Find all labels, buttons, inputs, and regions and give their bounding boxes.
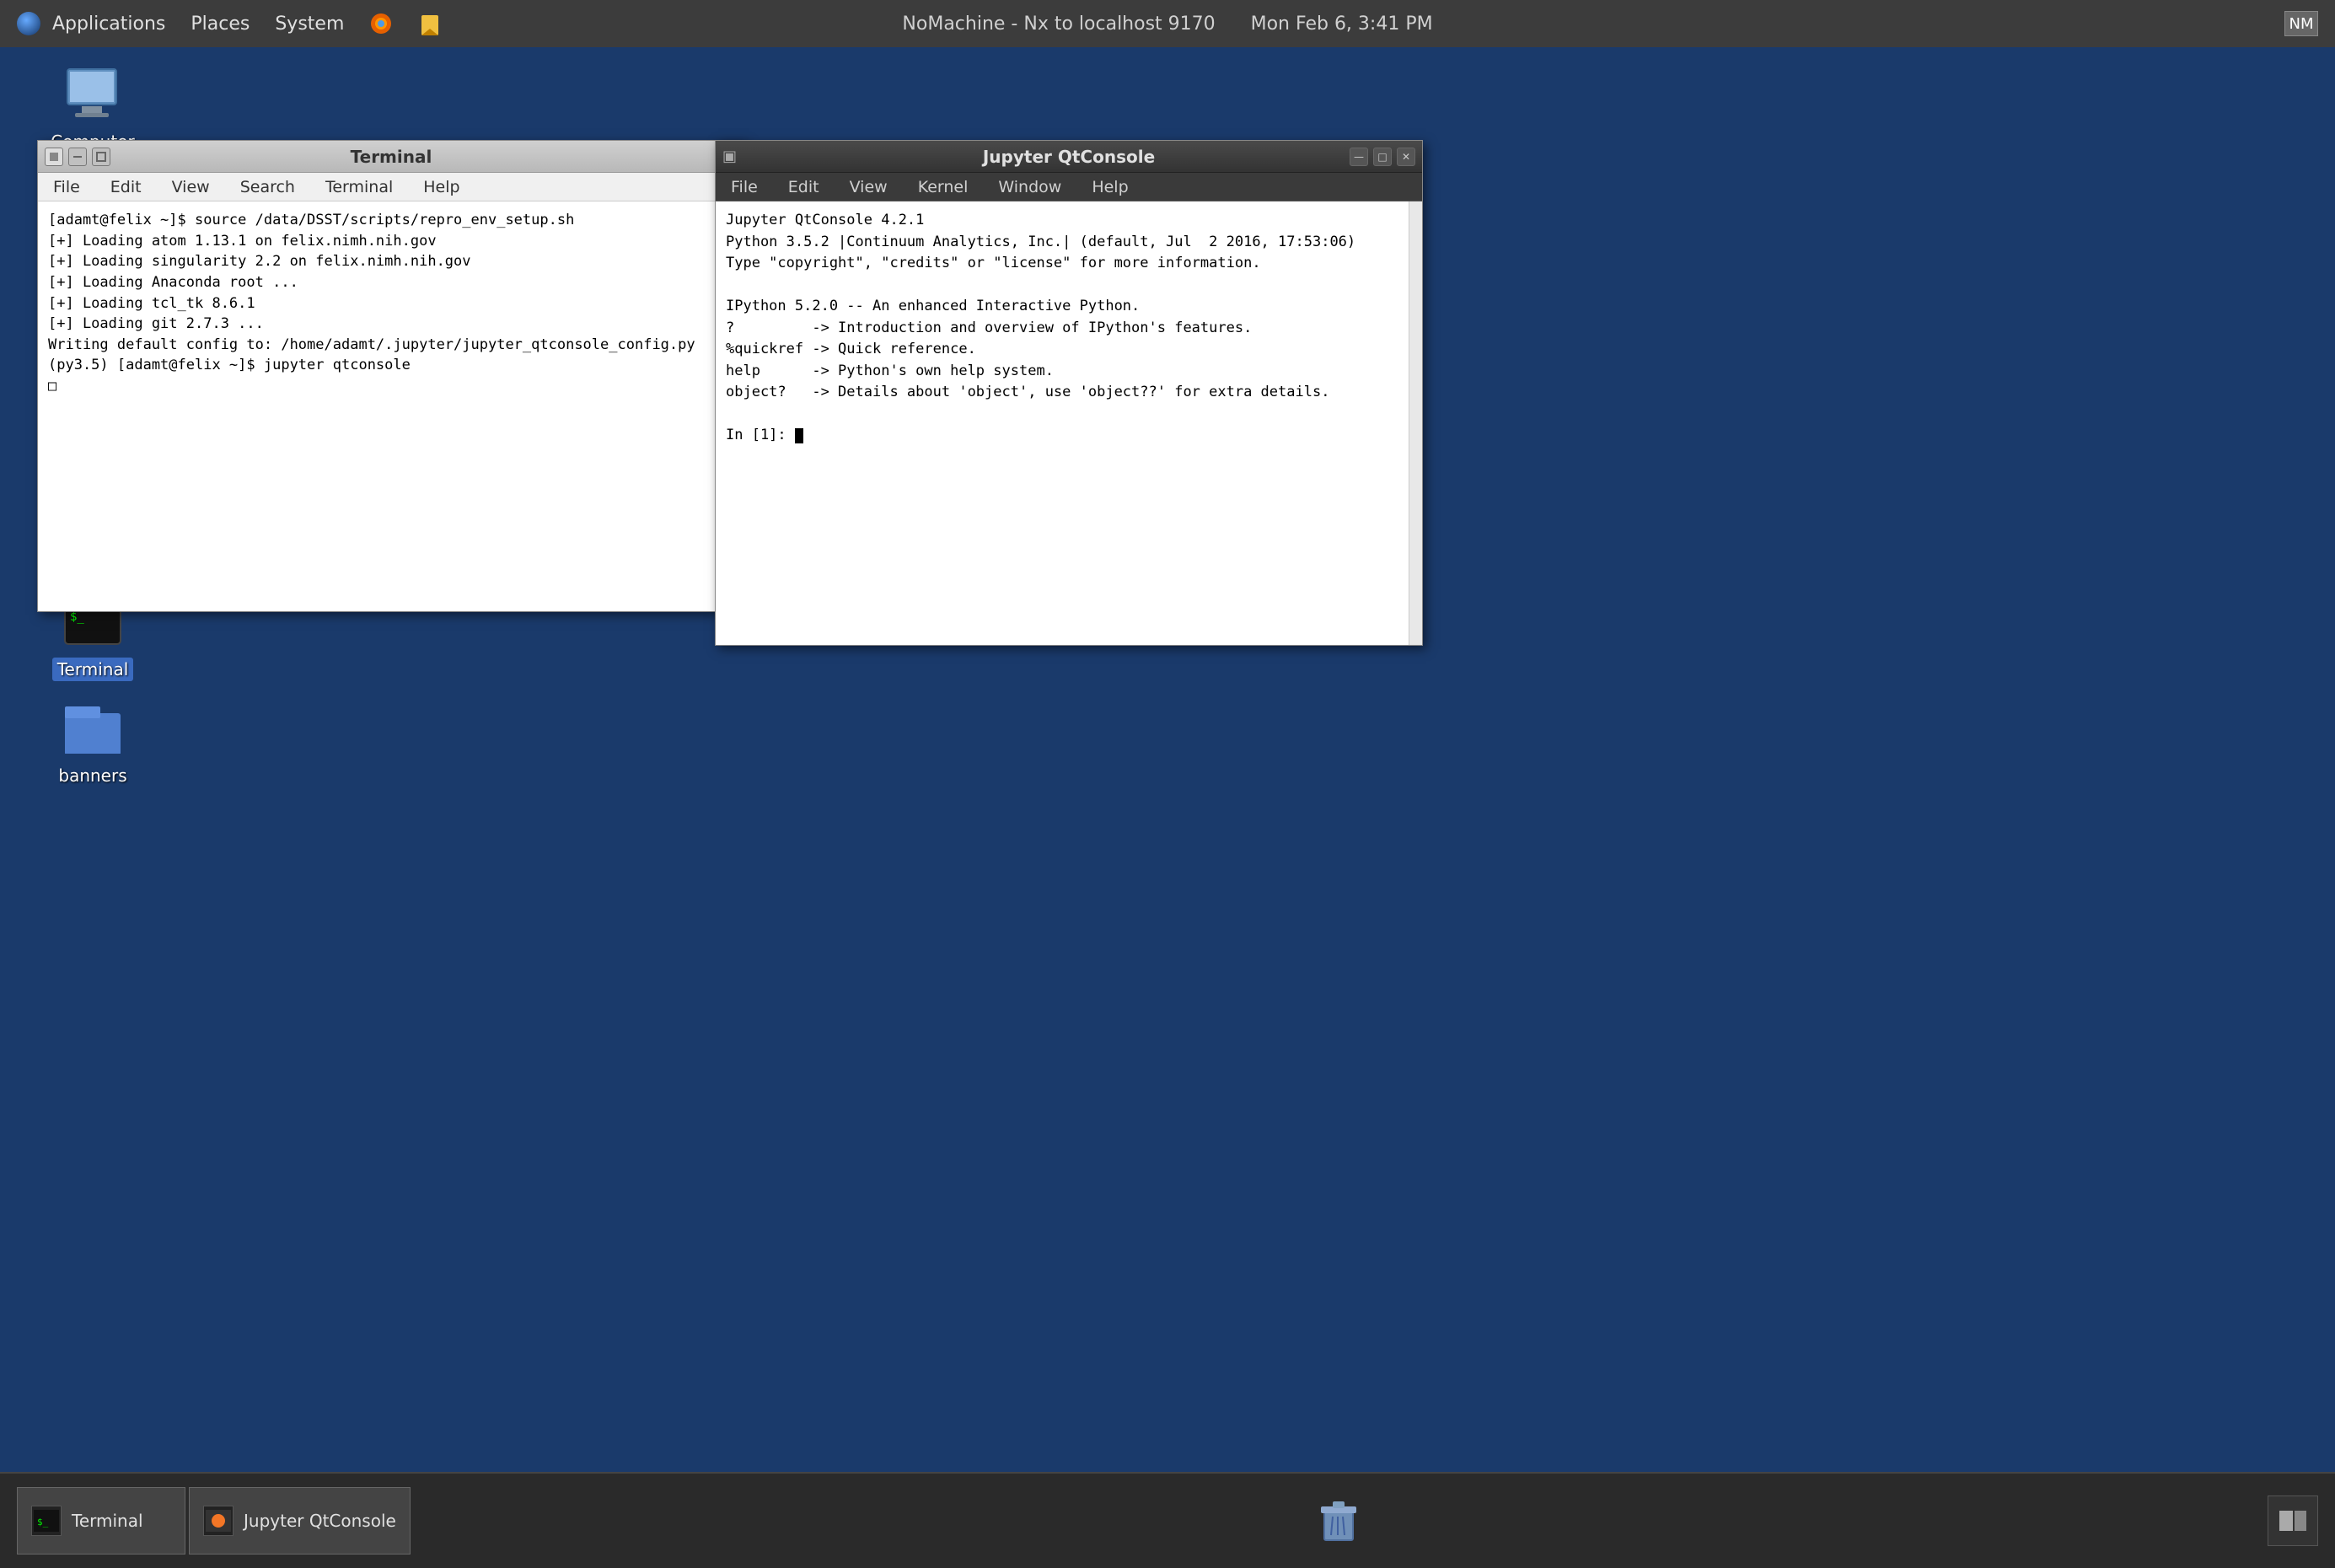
terminal-desktop-label: Terminal: [52, 658, 134, 681]
terminal-content[interactable]: [adamt@felix ~]$ source /data/DSST/scrip…: [38, 201, 731, 611]
firefox-icon[interactable]: [369, 12, 393, 35]
jupyter-window: ▣ Jupyter QtConsole — □ ✕ File Edit View…: [715, 140, 1423, 646]
jupyter-content[interactable]: Jupyter QtConsole 4.2.1 Python 3.5.2 |Co…: [716, 201, 1409, 645]
jupyter-menu-view[interactable]: View: [843, 175, 894, 200]
terminal-body: [adamt@felix ~]$ source /data/DSST/scrip…: [38, 201, 744, 611]
jupyter-left-area: ▣: [722, 148, 737, 165]
applications-menu[interactable]: Applications: [17, 12, 165, 35]
top-bar-left: Applications Places System: [17, 12, 442, 35]
taskbar: $_ Terminal Jupyter QtConsole: [0, 1472, 2335, 1568]
terminal-menu-search[interactable]: Search: [234, 175, 302, 200]
places-menu[interactable]: Places: [191, 13, 250, 35]
applications-icon: [17, 12, 40, 35]
jupyter-menu-kernel[interactable]: Kernel: [911, 175, 975, 200]
top-menubar: Applications Places System NoMachine - N…: [0, 0, 2335, 47]
terminal-menu-help[interactable]: Help: [416, 175, 466, 200]
system-menu[interactable]: System: [275, 13, 344, 35]
terminal-menu-edit[interactable]: Edit: [104, 175, 148, 200]
jupyter-prompt[interactable]: In [1]:: [726, 427, 803, 443]
banners-icon-img: [62, 698, 123, 759]
jupyter-menu-edit[interactable]: Edit: [781, 175, 826, 200]
places-label: Places: [191, 13, 250, 35]
terminal-titlebar: Terminal ▼: [38, 141, 744, 173]
jupyter-menu-help[interactable]: Help: [1085, 175, 1135, 200]
banners-desktop-icon[interactable]: banners: [42, 698, 143, 786]
taskbar-jupyter[interactable]: Jupyter QtConsole: [189, 1487, 411, 1555]
jupyter-maximize-button[interactable]: □: [1373, 148, 1392, 166]
bookmark-icon[interactable]: [418, 12, 442, 35]
terminal-close-button[interactable]: [45, 148, 63, 166]
applications-label: Applications: [52, 13, 165, 35]
taskbar-center: [414, 1498, 2264, 1544]
jupyter-title-icon: ▣: [722, 148, 737, 165]
top-bar-right: NM: [2284, 11, 2318, 36]
svg-text:$_: $_: [70, 610, 84, 624]
computer-icon-img: [62, 64, 123, 125]
jupyter-minimize-button[interactable]: —: [1350, 148, 1368, 166]
jupyter-menu-file[interactable]: File: [724, 175, 765, 200]
nomachine-icon: NM: [2284, 11, 2318, 36]
terminal-win-controls: [45, 148, 110, 166]
window-title: NoMachine - Nx to localhost 9170 Mon Feb…: [902, 13, 1432, 35]
computer-desktop-icon[interactable]: Computer: [42, 64, 143, 152]
jupyter-close-button[interactable]: ✕: [1397, 148, 1415, 166]
taskbar-jupyter-icon: [203, 1506, 234, 1536]
jupyter-titlebar: ▣ Jupyter QtConsole — □ ✕: [716, 141, 1422, 173]
jupyter-menu-window[interactable]: Window: [991, 175, 1068, 200]
terminal-minimize-button[interactable]: [68, 148, 87, 166]
terminal-menubar: File Edit View Search Terminal Help: [38, 173, 744, 201]
jupyter-menubar: File Edit View Kernel Window Help: [716, 173, 1422, 201]
taskbar-terminal-icon: $_: [31, 1506, 62, 1536]
jupyter-win-controls: — □ ✕: [1350, 148, 1415, 166]
taskbar-nm-icon: [2268, 1496, 2318, 1546]
jupyter-title: Jupyter QtConsole: [983, 147, 1155, 167]
taskbar-terminal-label: Terminal: [72, 1511, 143, 1531]
cursor: [795, 428, 803, 443]
jupyter-scrollbar[interactable]: [1409, 201, 1422, 645]
svg-text:$_: $_: [37, 1517, 49, 1528]
terminal-title: Terminal: [351, 147, 432, 167]
terminal-maximize-button[interactable]: [92, 148, 110, 166]
desktop: Computer Trash $_ Terminal: [0, 47, 2335, 1472]
terminal-menu-file[interactable]: File: [46, 175, 87, 200]
taskbar-right: [2268, 1496, 2318, 1546]
taskbar-terminal[interactable]: $_ Terminal: [17, 1487, 185, 1555]
jupyter-body: Jupyter QtConsole 4.2.1 Python 3.5.2 |Co…: [716, 201, 1422, 645]
banners-label: banners: [58, 765, 126, 786]
terminal-menu-view[interactable]: View: [165, 175, 217, 200]
terminal-menu-terminal[interactable]: Terminal: [319, 175, 400, 200]
taskbar-trash[interactable]: [1318, 1498, 1360, 1544]
system-label: System: [275, 13, 344, 35]
terminal-window: Terminal ▼ File Edit View Search Termina…: [37, 140, 745, 612]
taskbar-jupyter-label: Jupyter QtConsole: [244, 1511, 396, 1531]
